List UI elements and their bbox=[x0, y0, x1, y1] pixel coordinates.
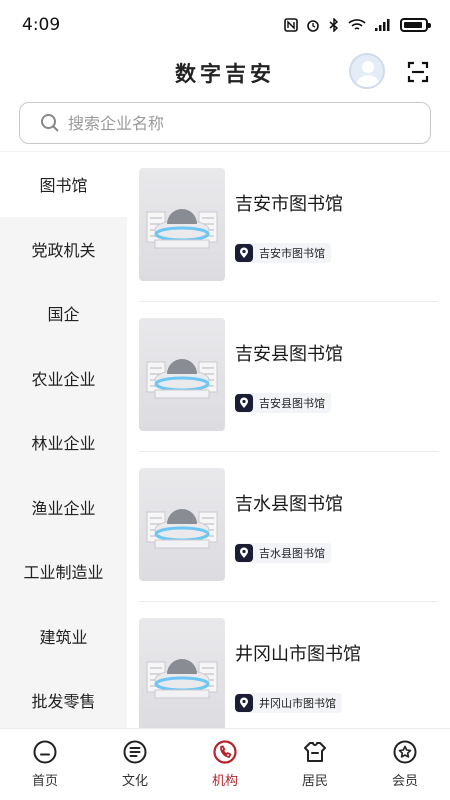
search-icon bbox=[41, 114, 59, 132]
culture-icon bbox=[123, 740, 147, 764]
location-tag: 吉安县图书馆 bbox=[235, 393, 331, 413]
alarm-icon bbox=[306, 18, 320, 32]
sidebar-item-label: 党政机关 bbox=[31, 240, 96, 260]
organization-list: 吉安市图书馆 吉安市图书馆 吉安县图书馆 吉安县图书馆 吉水县图书馆 吉水县图书… bbox=[127, 152, 450, 728]
location-pin-icon bbox=[235, 544, 253, 562]
wifi-icon bbox=[348, 18, 366, 32]
sidebar-item-label: 国企 bbox=[47, 305, 80, 325]
sidebar-item-construction[interactable]: 建筑业 bbox=[0, 604, 127, 669]
library-thumbnail bbox=[139, 168, 225, 281]
organization-title: 吉安市图书馆 bbox=[235, 194, 343, 215]
tag-label: 井冈山市图书馆 bbox=[259, 697, 336, 710]
nav-resident[interactable]: 居民 bbox=[270, 729, 360, 800]
nav-label: 文化 bbox=[121, 774, 148, 789]
home-icon bbox=[33, 740, 57, 764]
member-icon bbox=[393, 740, 417, 764]
list-item[interactable]: 吉安县图书馆 吉安县图书馆 bbox=[139, 302, 438, 452]
nav-label: 居民 bbox=[301, 774, 328, 789]
list-item[interactable]: 井冈山市图书馆 井冈山市图书馆 bbox=[139, 602, 438, 728]
status-icons bbox=[284, 18, 431, 32]
search-bar[interactable] bbox=[19, 102, 431, 144]
scan-icon[interactable] bbox=[406, 60, 430, 84]
sidebar-item-label: 农业企业 bbox=[31, 369, 96, 389]
status-time: 4:09 bbox=[22, 15, 61, 35]
list-item[interactable]: 吉水县图书馆 吉水县图书馆 bbox=[139, 452, 438, 602]
nav-label: 机构 bbox=[211, 774, 238, 789]
avatar-head bbox=[362, 61, 374, 73]
nav-culture[interactable]: 文化 bbox=[90, 729, 180, 800]
library-thumbnail bbox=[139, 468, 225, 581]
battery-icon bbox=[400, 18, 431, 32]
nav-label: 会员 bbox=[391, 774, 418, 789]
nav-institution[interactable]: 机构 bbox=[180, 729, 270, 800]
sidebar-item-label: 工业制造业 bbox=[23, 563, 104, 583]
institution-icon bbox=[213, 740, 237, 764]
organization-title: 井冈山市图书馆 bbox=[235, 644, 361, 665]
sidebar-item-library[interactable]: 图书馆 bbox=[0, 152, 127, 217]
tag-label: 吉安市图书馆 bbox=[259, 247, 325, 260]
organization-title: 吉安县图书馆 bbox=[235, 344, 343, 365]
tag-label: 吉安县图书馆 bbox=[259, 397, 325, 410]
sidebar-item-wholesale-retail[interactable]: 批发零售 bbox=[0, 668, 127, 728]
sidebar-item-party-government[interactable]: 党政机关 bbox=[0, 217, 127, 282]
signal-icon bbox=[374, 18, 392, 32]
location-pin-icon bbox=[235, 694, 253, 712]
bottom-navigation: 首页 文化 机构 居民 会员 bbox=[0, 728, 450, 800]
search-input[interactable] bbox=[68, 113, 388, 133]
library-thumbnail bbox=[139, 618, 225, 728]
location-tag: 吉安市图书馆 bbox=[235, 243, 331, 263]
avatar[interactable] bbox=[349, 53, 385, 89]
nav-member[interactable]: 会员 bbox=[360, 729, 450, 800]
sidebar-item-manufacturing[interactable]: 工业制造业 bbox=[0, 539, 127, 604]
avatar-body bbox=[356, 75, 380, 87]
header: 数字吉安 bbox=[0, 50, 450, 96]
resident-icon bbox=[304, 742, 326, 762]
location-pin-icon bbox=[235, 244, 253, 262]
location-pin-icon bbox=[235, 394, 253, 412]
sidebar-item-state-enterprise[interactable]: 国企 bbox=[0, 281, 127, 346]
category-sidebar: 图书馆 党政机关 国企 农业企业 林业企业 渔业企业 工业制造业 建筑业 批发零… bbox=[0, 152, 127, 728]
tag-label: 吉水县图书馆 bbox=[259, 547, 325, 560]
location-tag: 井冈山市图书馆 bbox=[235, 693, 342, 713]
sidebar-item-label: 林业企业 bbox=[31, 434, 96, 454]
sidebar-item-label: 渔业企业 bbox=[31, 498, 96, 518]
organization-title: 吉水县图书馆 bbox=[235, 494, 343, 515]
list-item[interactable]: 吉安市图书馆 吉安市图书馆 bbox=[139, 152, 438, 302]
sidebar-item-label: 图书馆 bbox=[39, 176, 88, 196]
sidebar-item-fishery[interactable]: 渔业企业 bbox=[0, 475, 127, 540]
location-tag: 吉水县图书馆 bbox=[235, 543, 331, 563]
sidebar-item-label: 建筑业 bbox=[39, 627, 88, 647]
sidebar-item-label: 批发零售 bbox=[31, 692, 96, 712]
nav-home[interactable]: 首页 bbox=[0, 729, 90, 800]
library-thumbnail bbox=[139, 318, 225, 431]
nfc-icon bbox=[284, 18, 298, 32]
sidebar-item-forestry[interactable]: 林业企业 bbox=[0, 410, 127, 475]
nav-label: 首页 bbox=[31, 774, 58, 789]
status-bar: 4:09 bbox=[0, 0, 450, 50]
sidebar-item-agriculture[interactable]: 农业企业 bbox=[0, 346, 127, 411]
bluetooth-icon bbox=[328, 18, 340, 32]
